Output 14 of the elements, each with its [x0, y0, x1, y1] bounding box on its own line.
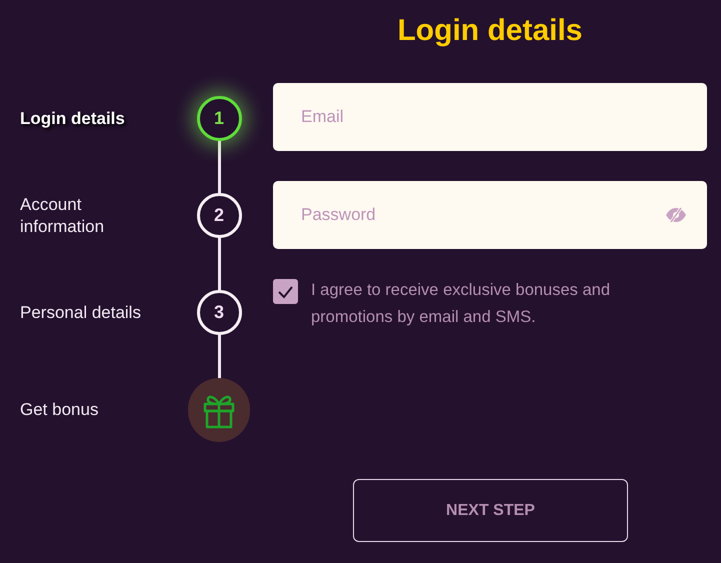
step-number: 2: [196, 193, 242, 238]
password-field[interactable]: Password: [273, 181, 707, 249]
step-label: Personal details: [20, 302, 142, 324]
step-label: Account information: [20, 194, 106, 238]
email-field[interactable]: Email: [273, 83, 707, 151]
step-number: 3: [196, 290, 242, 335]
next-step-button[interactable]: NEXT STEP: [353, 479, 628, 542]
page-heading: Login details: [396, 13, 584, 49]
step-label: Get bonus: [20, 398, 100, 420]
consent-text: I agree to receive exclusive bonuses and promotions by email and SMS.: [311, 280, 612, 328]
consent-checkbox[interactable]: [273, 279, 298, 304]
step-label: Login details: [20, 108, 126, 130]
check-icon: [277, 284, 294, 298]
step-number: 1: [196, 96, 242, 141]
